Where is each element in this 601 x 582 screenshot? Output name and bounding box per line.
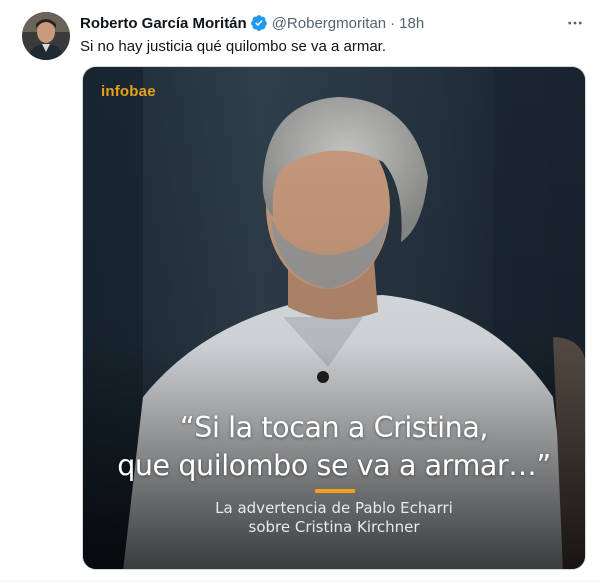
caption-line-2: sobre Cristina Kirchner xyxy=(248,518,420,536)
author-display-name[interactable]: Roberto García Moritán xyxy=(80,15,247,32)
tweet-media-image[interactable]: infobae “Si la tocan a Cristina, que qui… xyxy=(82,66,586,570)
avatar-image xyxy=(22,12,70,60)
tweet-header: Roberto García Moritán @Robergmoritan · … xyxy=(80,13,587,33)
tweet: Roberto García Moritán @Robergmoritan · … xyxy=(0,0,601,582)
image-caption: La advertencia de Pablo Echarri sobre Cr… xyxy=(83,499,585,537)
quote-line-2: que quilombo se va a armar…” xyxy=(117,449,551,482)
separator-dot: · xyxy=(390,14,396,32)
verified-badge-icon xyxy=(250,14,268,32)
more-options-icon[interactable] xyxy=(563,11,587,35)
quote-line-1: “Si la tocan a Cristina, xyxy=(179,411,489,444)
caption-line-1: La advertencia de Pablo Echarri xyxy=(215,499,453,517)
accent-divider xyxy=(315,489,355,493)
avatar[interactable] xyxy=(22,12,70,60)
infobae-logo: infobae xyxy=(101,83,156,100)
photo-background xyxy=(83,67,585,569)
tweet-text: Si no hay justicia qué quilombo se va a … xyxy=(80,38,386,55)
tweet-timestamp[interactable]: 18h xyxy=(399,15,424,32)
quote-text: “Si la tocan a Cristina, que quilombo se… xyxy=(83,409,585,485)
author-handle[interactable]: @Robergmoritan xyxy=(272,15,386,32)
